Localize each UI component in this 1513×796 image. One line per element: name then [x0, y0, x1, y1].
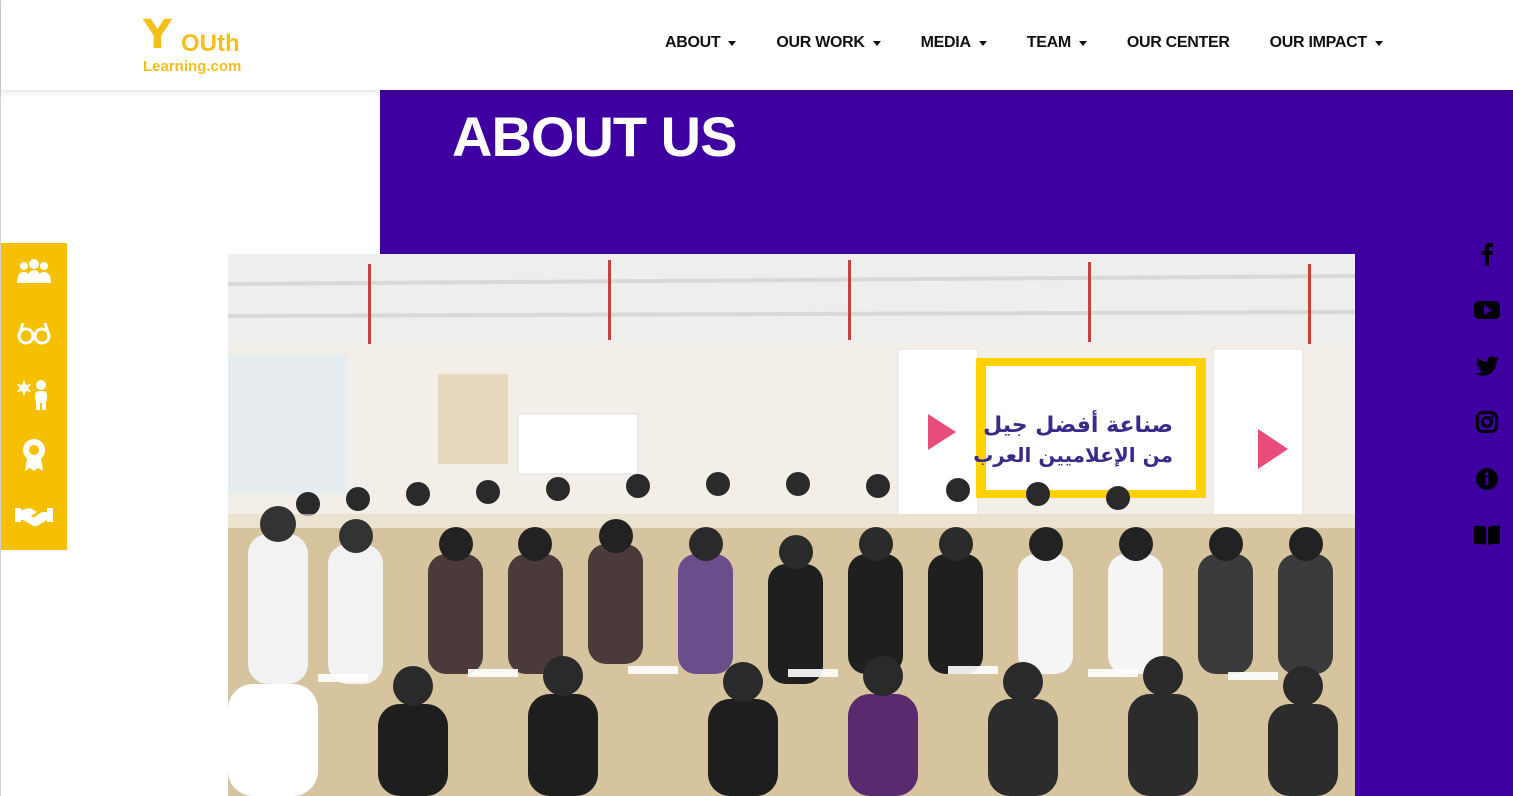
nav-about-label: ABOUT [665, 34, 721, 51]
left-icon-sidebar [1, 243, 67, 550]
nav-about[interactable]: ABOUT [665, 34, 737, 52]
glasses-icon[interactable] [14, 313, 54, 353]
logo-mark: Y [143, 12, 172, 58]
twitter-icon[interactable] [1471, 350, 1503, 382]
nav-team-label: TEAM [1026, 34, 1071, 51]
banner-arabic-line1: صناعة أفضل جيل [983, 409, 1173, 438]
users-group-icon[interactable] [14, 252, 54, 292]
logo-word: OUth [181, 30, 240, 57]
page-title: ABOUT US [452, 105, 737, 168]
site-header: Y OUth Learning.com ABOUT OUR WORK MEDIA… [1, 0, 1513, 90]
handshake-icon[interactable] [14, 496, 54, 536]
nav-our-work-label: OUR WORK [776, 34, 865, 51]
facebook-icon[interactable] [1471, 238, 1503, 270]
book-icon[interactable] [1471, 519, 1503, 551]
main-nav: ABOUT OUR WORK MEDIA TEAM OUR CENTER OUR… [665, 34, 1423, 52]
nav-our-impact-label: OUR IMPACT [1269, 34, 1367, 51]
nav-media-label: MEDIA [920, 34, 971, 51]
caret-down-icon [1078, 40, 1087, 46]
nav-team[interactable]: TEAM [1027, 34, 1087, 52]
site-logo[interactable]: Y OUth Learning.com [141, 12, 261, 76]
event-photo-illustration: صناعة أفضل جيل من الإعلاميين العرب [228, 254, 1355, 796]
caret-down-icon [728, 40, 737, 46]
nav-our-center-label: OUR CENTER [1126, 34, 1230, 51]
award-icon[interactable] [14, 435, 54, 475]
youtube-icon[interactable] [1471, 294, 1503, 326]
nav-our-impact[interactable]: OUR IMPACT [1270, 34, 1383, 52]
nav-our-work[interactable]: OUR WORK [776, 34, 881, 52]
caret-down-icon [1374, 40, 1383, 46]
instagram-icon[interactable] [1471, 406, 1503, 438]
nav-media[interactable]: MEDIA [921, 34, 987, 52]
banner-arabic-line2: من الإعلاميين العرب [973, 443, 1173, 467]
info-icon[interactable] [1471, 463, 1503, 495]
logo-domain: Learning.com [143, 58, 242, 75]
event-photo: صناعة أفضل جيل من الإعلاميين العرب [228, 254, 1355, 796]
child-care-icon[interactable] [14, 374, 54, 414]
nav-our-center[interactable]: OUR CENTER [1127, 34, 1230, 52]
caret-down-icon [978, 40, 987, 46]
caret-down-icon [872, 40, 881, 46]
